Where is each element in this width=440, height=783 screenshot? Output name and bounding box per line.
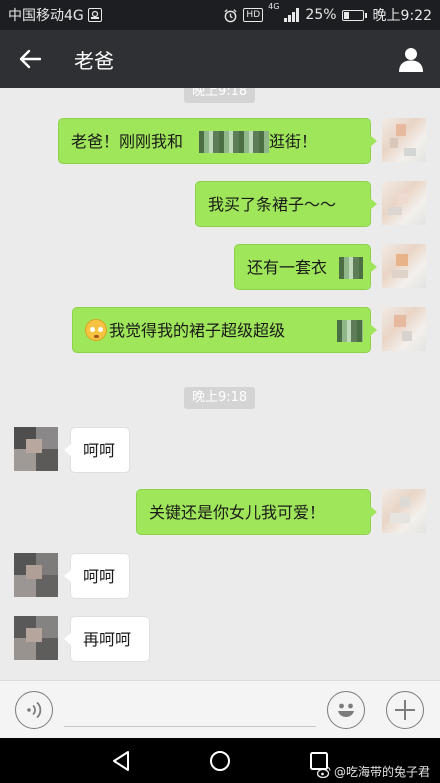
plus-icon bbox=[395, 700, 415, 720]
status-bar: 中国移动4G HD 4G 25% 晚上9:22 bbox=[0, 0, 440, 30]
censor-mosaic bbox=[199, 131, 269, 153]
weibo-logo-icon bbox=[316, 765, 331, 778]
circle-home-icon bbox=[210, 751, 230, 771]
emoji-button[interactable] bbox=[327, 691, 365, 729]
more-button[interactable] bbox=[386, 691, 424, 729]
contact-avatar[interactable] bbox=[14, 427, 58, 471]
person-icon bbox=[399, 48, 423, 72]
voice-icon bbox=[27, 701, 42, 719]
message-text: 关键还是你女儿我可爱！ bbox=[149, 503, 326, 522]
system-back-button[interactable] bbox=[108, 748, 134, 774]
hd-voice-badge: HD bbox=[243, 8, 264, 22]
censor-mosaic bbox=[337, 320, 363, 342]
smiley-icon bbox=[338, 703, 354, 717]
chat-header: 老爸 bbox=[0, 30, 440, 88]
alarm-icon bbox=[224, 8, 237, 22]
message-text: 我觉得我的裙子超级超级 bbox=[109, 321, 286, 340]
back-button[interactable] bbox=[0, 30, 60, 88]
weibo-watermark: @吃海带的兔子君 bbox=[316, 763, 430, 780]
signal-icon bbox=[284, 8, 300, 22]
chat-title: 老爸 bbox=[74, 48, 114, 73]
triangle-back-icon bbox=[113, 751, 129, 771]
chat-info-button[interactable] bbox=[382, 30, 440, 88]
my-avatar[interactable] bbox=[382, 181, 426, 225]
censor-mosaic bbox=[339, 257, 363, 279]
battery-percent: 25% bbox=[305, 7, 337, 23]
message-text: 再呵呵 bbox=[83, 630, 132, 649]
message-list[interactable]: 晚上9:18 老爸！刚刚我和 了逛街！ 我买了条裙子～～ 还有一套衣 我觉得我的裙… bbox=[0, 88, 440, 680]
message-text: 我买了条裙子～～ bbox=[208, 195, 337, 214]
timestamp: 晚上9:18 bbox=[184, 88, 256, 103]
outgoing-message[interactable]: 我觉得我的裙子超级超级 bbox=[72, 307, 377, 353]
flushed-face-emoji bbox=[85, 319, 107, 341]
system-nav-bar: @吃海带的兔子君 bbox=[0, 738, 440, 783]
incoming-message[interactable]: 再呵呵 bbox=[64, 616, 150, 662]
message-text: 老爸！刚刚我和 bbox=[71, 132, 184, 151]
network-label: 4G bbox=[268, 2, 280, 11]
outgoing-message[interactable]: 关键还是你女儿我可爱！ bbox=[136, 489, 377, 535]
my-avatar[interactable] bbox=[382, 244, 426, 288]
watermark-text: @吃海带的兔子君 bbox=[333, 765, 430, 779]
contact-avatar[interactable] bbox=[14, 553, 58, 597]
message-text: 还有一套衣 bbox=[247, 258, 328, 277]
status-time: 晚上9:22 bbox=[372, 8, 432, 24]
my-avatar[interactable] bbox=[382, 307, 426, 351]
message-text: 呵呵 bbox=[83, 567, 116, 586]
input-bar bbox=[0, 680, 440, 738]
message-input[interactable] bbox=[64, 693, 316, 727]
message-text: 呵呵 bbox=[83, 441, 116, 460]
incoming-message[interactable]: 呵呵 bbox=[64, 553, 130, 599]
contact-avatar[interactable] bbox=[14, 616, 58, 660]
my-avatar[interactable] bbox=[382, 489, 426, 533]
timestamp: 晚上9:18 bbox=[184, 387, 256, 409]
sim-badge-icon bbox=[87, 8, 102, 22]
voice-button[interactable] bbox=[15, 691, 53, 729]
incoming-message[interactable]: 呵呵 bbox=[64, 427, 130, 473]
my-avatar[interactable] bbox=[382, 118, 426, 162]
outgoing-message[interactable]: 我买了条裙子～～ bbox=[195, 181, 377, 227]
outgoing-message[interactable]: 老爸！刚刚我和 了逛街！ bbox=[58, 118, 377, 164]
carrier-label: 中国移动4G bbox=[8, 8, 84, 24]
back-arrow-icon bbox=[19, 49, 41, 69]
outgoing-message[interactable]: 还有一套衣 bbox=[234, 244, 377, 290]
battery-icon bbox=[341, 9, 367, 21]
system-home-button[interactable] bbox=[207, 748, 233, 774]
